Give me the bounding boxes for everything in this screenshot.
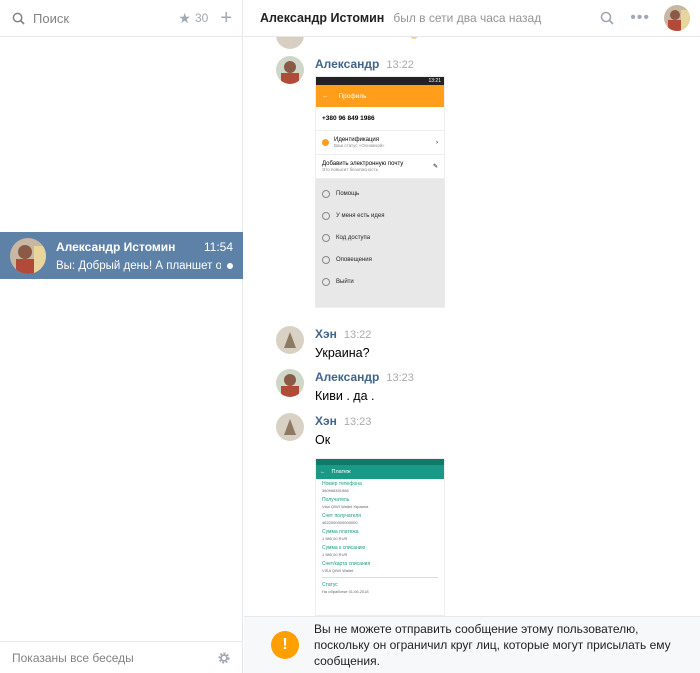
search-icon[interactable] — [600, 11, 614, 25]
sidebar-header: Поиск ★ 30 + — [0, 0, 242, 37]
chat-panel: Александр Истомин был в сети два часа на… — [244, 0, 700, 673]
message-author[interactable]: Александр — [315, 370, 379, 384]
screenshot-menu-item: Код доступа — [336, 235, 371, 241]
message-time: 13:22 — [343, 329, 372, 341]
unread-indicator — [227, 262, 233, 269]
screenshot-add-email-sub: Это повысит безопасность — [322, 167, 378, 172]
screenshot-field-label: Счет/карта списания — [322, 561, 371, 567]
message-text: Украина? — [315, 346, 370, 360]
message: Хэн 13:22 Украина? — [276, 326, 371, 360]
conversation-item[interactable]: Александр Истомин 11:54 Вы: Добрый день!… — [0, 232, 243, 279]
avatar[interactable] — [276, 56, 304, 84]
attached-screenshot[interactable]: ← Платеж Номер телефона 380968491986 Получ… — [315, 458, 445, 616]
screenshot-field-label: Счет получателя — [322, 513, 361, 519]
screenshot-field-value: Visa QIWI Wallet Украина — [322, 504, 369, 509]
screenshot-field-value: 1 580,00 RUR — [322, 552, 348, 557]
conversation-sidebar: Поиск ★ 30 + Александр Истомин 11:54 Вы:… — [0, 0, 243, 673]
screenshot-status-time: 13:21 — [316, 77, 444, 85]
screenshot-menu-item: У меня есть идея — [336, 213, 385, 219]
idea-icon — [322, 212, 330, 220]
screenshot-title: Профиль — [338, 92, 367, 100]
screenshot-field-value: VISA QIWI Wallet — [322, 568, 354, 573]
screenshot-menu-item: Помощь — [336, 191, 360, 197]
messenger-app: Поиск ★ 30 + Александр Истомин 11:54 Вы:… — [0, 0, 700, 673]
sticker-fragment — [410, 37, 418, 39]
plus-icon[interactable]: + — [220, 8, 232, 28]
screenshot-field-label: Сумма платежа — [322, 529, 359, 535]
screenshot-field-label: Номер телефона — [322, 481, 362, 487]
sidebar-footer: Показаны все беседы — [0, 641, 243, 673]
avatar[interactable] — [664, 5, 690, 31]
message: Хэн 13:23 Ок — [276, 413, 371, 447]
screenshot-field-label: Статус — [322, 582, 338, 588]
conversation-preview: Вы: Добрый день! А планшет отпр... — [56, 259, 221, 272]
chat-header: Александр Истомин был в сети два часа на… — [244, 0, 700, 37]
screenshot-field-value: 380968491986 — [322, 488, 349, 493]
screenshot-field-label: Получатель — [322, 497, 350, 503]
bell-icon — [322, 256, 330, 264]
screenshot-menu-item: Выйти — [336, 279, 354, 285]
avatar — [276, 37, 304, 49]
message-author[interactable]: Хэн — [315, 327, 337, 341]
message-time: 13:23 — [343, 416, 372, 428]
star-icon[interactable]: ★ — [178, 10, 191, 27]
favorites-count[interactable]: 30 — [195, 11, 208, 25]
more-icon[interactable]: ••• — [630, 9, 650, 27]
attached-screenshot[interactable]: 13:21 ← Профиль +380 96 849 1986 Идентифи… — [315, 76, 445, 308]
conversation-name: Александр Истомин — [56, 239, 176, 254]
screenshot-phone: +380 96 849 1986 — [316, 107, 444, 131]
screenshot-ident-sub: Ваш статус «Основной» — [334, 143, 385, 148]
help-icon — [322, 190, 330, 198]
back-arrow-icon: ← — [320, 469, 326, 475]
screenshot-field-value: На обработке 01.06.2018 — [322, 589, 369, 594]
warning-icon: ! — [271, 631, 299, 659]
avatar[interactable] — [276, 326, 304, 354]
message-time: 13:23 — [386, 372, 414, 384]
gear-icon[interactable] — [217, 651, 231, 665]
search-input[interactable]: Поиск — [33, 11, 178, 26]
screenshot-title: Платеж — [331, 469, 351, 475]
exit-icon — [322, 278, 330, 286]
message-author[interactable]: Александр — [315, 57, 379, 71]
chevron-right-icon: › — [436, 139, 438, 146]
avatar[interactable] — [276, 413, 304, 441]
avatar — [10, 237, 46, 274]
message-text: Ок — [315, 433, 331, 447]
screenshot-field-value: 1 580,00 RUR — [322, 536, 348, 541]
message-text: Киви . да . — [315, 389, 375, 403]
conversation-time: 11:54 — [203, 239, 233, 254]
online-status: был в сети два часа назад — [393, 11, 542, 25]
screenshot-menu-item: Оповещения — [336, 257, 372, 263]
screenshot-field-value: 4622000000000000 — [322, 520, 358, 525]
avatar[interactable] — [276, 369, 304, 397]
lock-icon — [322, 234, 330, 242]
screenshot-field-label: Сумма к списанию — [322, 545, 366, 551]
blocked-notice: ! Вы не можете отправить сообщение этому… — [244, 616, 700, 673]
chat-title[interactable]: Александр Истомин — [260, 11, 384, 25]
message-time: 13:22 — [386, 59, 414, 71]
back-arrow-icon: ← — [322, 92, 329, 100]
message-author[interactable]: Хэн — [315, 414, 337, 428]
footer-status: Показаны все беседы — [12, 650, 134, 665]
search-icon[interactable] — [12, 12, 25, 25]
message-list: Александр 13:22 13:21 ← Профиль +380 96 84… — [244, 37, 700, 616]
id-icon — [322, 139, 329, 146]
notice-text: Вы не можете отправить сообщение этому п… — [314, 622, 671, 668]
message: Александр 13:23 Киви . да . — [276, 369, 414, 403]
pencil-icon: ✎ — [432, 164, 438, 170]
